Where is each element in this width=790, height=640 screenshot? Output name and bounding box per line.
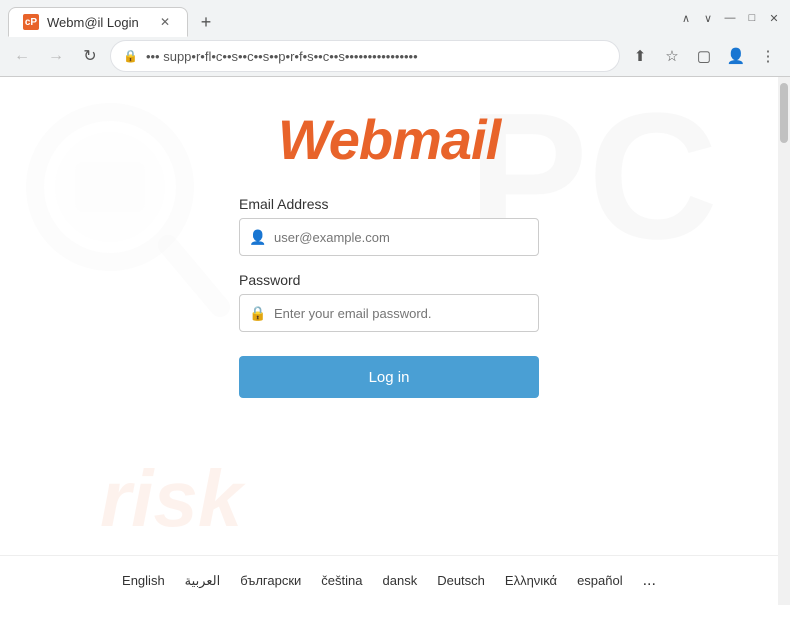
lock-field-icon: 🔒: [249, 305, 266, 322]
lock-icon: 🔒: [123, 49, 138, 63]
address-bar: ← → ↻ 🔒 ••• supp•r•fl•c••s••c••s••p•r•f•…: [0, 36, 790, 76]
lang-greek[interactable]: Ελληνικά: [505, 573, 557, 588]
back-button[interactable]: ←: [8, 42, 36, 70]
url-bar[interactable]: 🔒 ••• supp•r•fl•c••s••c••s••p•r•f•s••c••…: [110, 40, 620, 72]
lang-more-button[interactable]: ...: [643, 572, 656, 590]
active-tab[interactable]: cP Webm@il Login ✕: [8, 7, 188, 37]
page-content: PC risk Webmail Email Address 👤 Password: [0, 77, 778, 605]
language-bar: English العربية български čeština dansk …: [0, 555, 778, 605]
lang-arabic[interactable]: العربية: [185, 573, 221, 589]
email-input-wrapper: 👤: [239, 218, 539, 256]
maximize-button[interactable]: □: [744, 10, 760, 26]
url-text: ••• supp•r•fl•c••s••c••s••p•r•f•s••c••s•…: [146, 49, 607, 64]
email-label: Email Address: [239, 196, 539, 212]
chevron-up-icon[interactable]: ∧: [678, 10, 694, 26]
password-input-wrapper: 🔒: [239, 294, 539, 332]
toolbar-icons: ⬆ ☆ ▢ 👤 ⋮: [626, 42, 782, 70]
tab-favicon: cP: [23, 14, 39, 30]
risk-watermark: risk: [100, 453, 242, 545]
close-button[interactable]: ✕: [766, 10, 782, 26]
menu-icon[interactable]: ⋮: [754, 42, 782, 70]
new-tab-button[interactable]: +: [192, 8, 220, 36]
lang-spanish[interactable]: español: [577, 573, 623, 588]
lang-czech[interactable]: čeština: [321, 573, 362, 588]
email-form-group: Email Address 👤: [239, 196, 539, 256]
tab-close-button[interactable]: ✕: [157, 14, 173, 30]
bookmark-icon[interactable]: ☆: [658, 42, 686, 70]
minimize-button[interactable]: —: [722, 10, 738, 26]
tab-title: Webm@il Login: [47, 15, 139, 30]
password-form-group: Password 🔒: [239, 272, 539, 332]
browser-frame: cP Webm@il Login ✕ + ∧ ∨ — □ ✕ ← → ↻: [0, 0, 790, 605]
login-button[interactable]: Log in: [239, 356, 539, 398]
account-icon[interactable]: 👤: [722, 42, 750, 70]
email-input[interactable]: [239, 218, 539, 256]
title-bar: cP Webm@il Login ✕ + ∧ ∨ — □ ✕: [0, 0, 790, 36]
chevron-down-icon[interactable]: ∨: [700, 10, 716, 26]
refresh-button[interactable]: ↻: [76, 42, 104, 70]
extensions-icon[interactable]: ▢: [690, 42, 718, 70]
password-input[interactable]: [239, 294, 539, 332]
lang-bulgarian[interactable]: български: [240, 573, 301, 588]
share-icon[interactable]: ⬆: [626, 42, 654, 70]
login-container: Webmail Email Address 👤 Password 🔒 Lo: [0, 107, 778, 398]
browser-body: PC risk Webmail Email Address 👤 Password: [0, 77, 790, 605]
lang-english[interactable]: English: [122, 573, 165, 588]
scroll-thumb[interactable]: [780, 83, 788, 143]
user-icon: 👤: [249, 229, 266, 246]
lang-danish[interactable]: dansk: [383, 573, 418, 588]
lang-german[interactable]: Deutsch: [437, 573, 485, 588]
forward-button[interactable]: →: [42, 42, 70, 70]
password-label: Password: [239, 272, 539, 288]
window-controls: ∧ ∨ — □ ✕: [678, 10, 782, 26]
scrollbar[interactable]: [778, 77, 790, 605]
webmail-logo: Webmail: [278, 107, 500, 172]
